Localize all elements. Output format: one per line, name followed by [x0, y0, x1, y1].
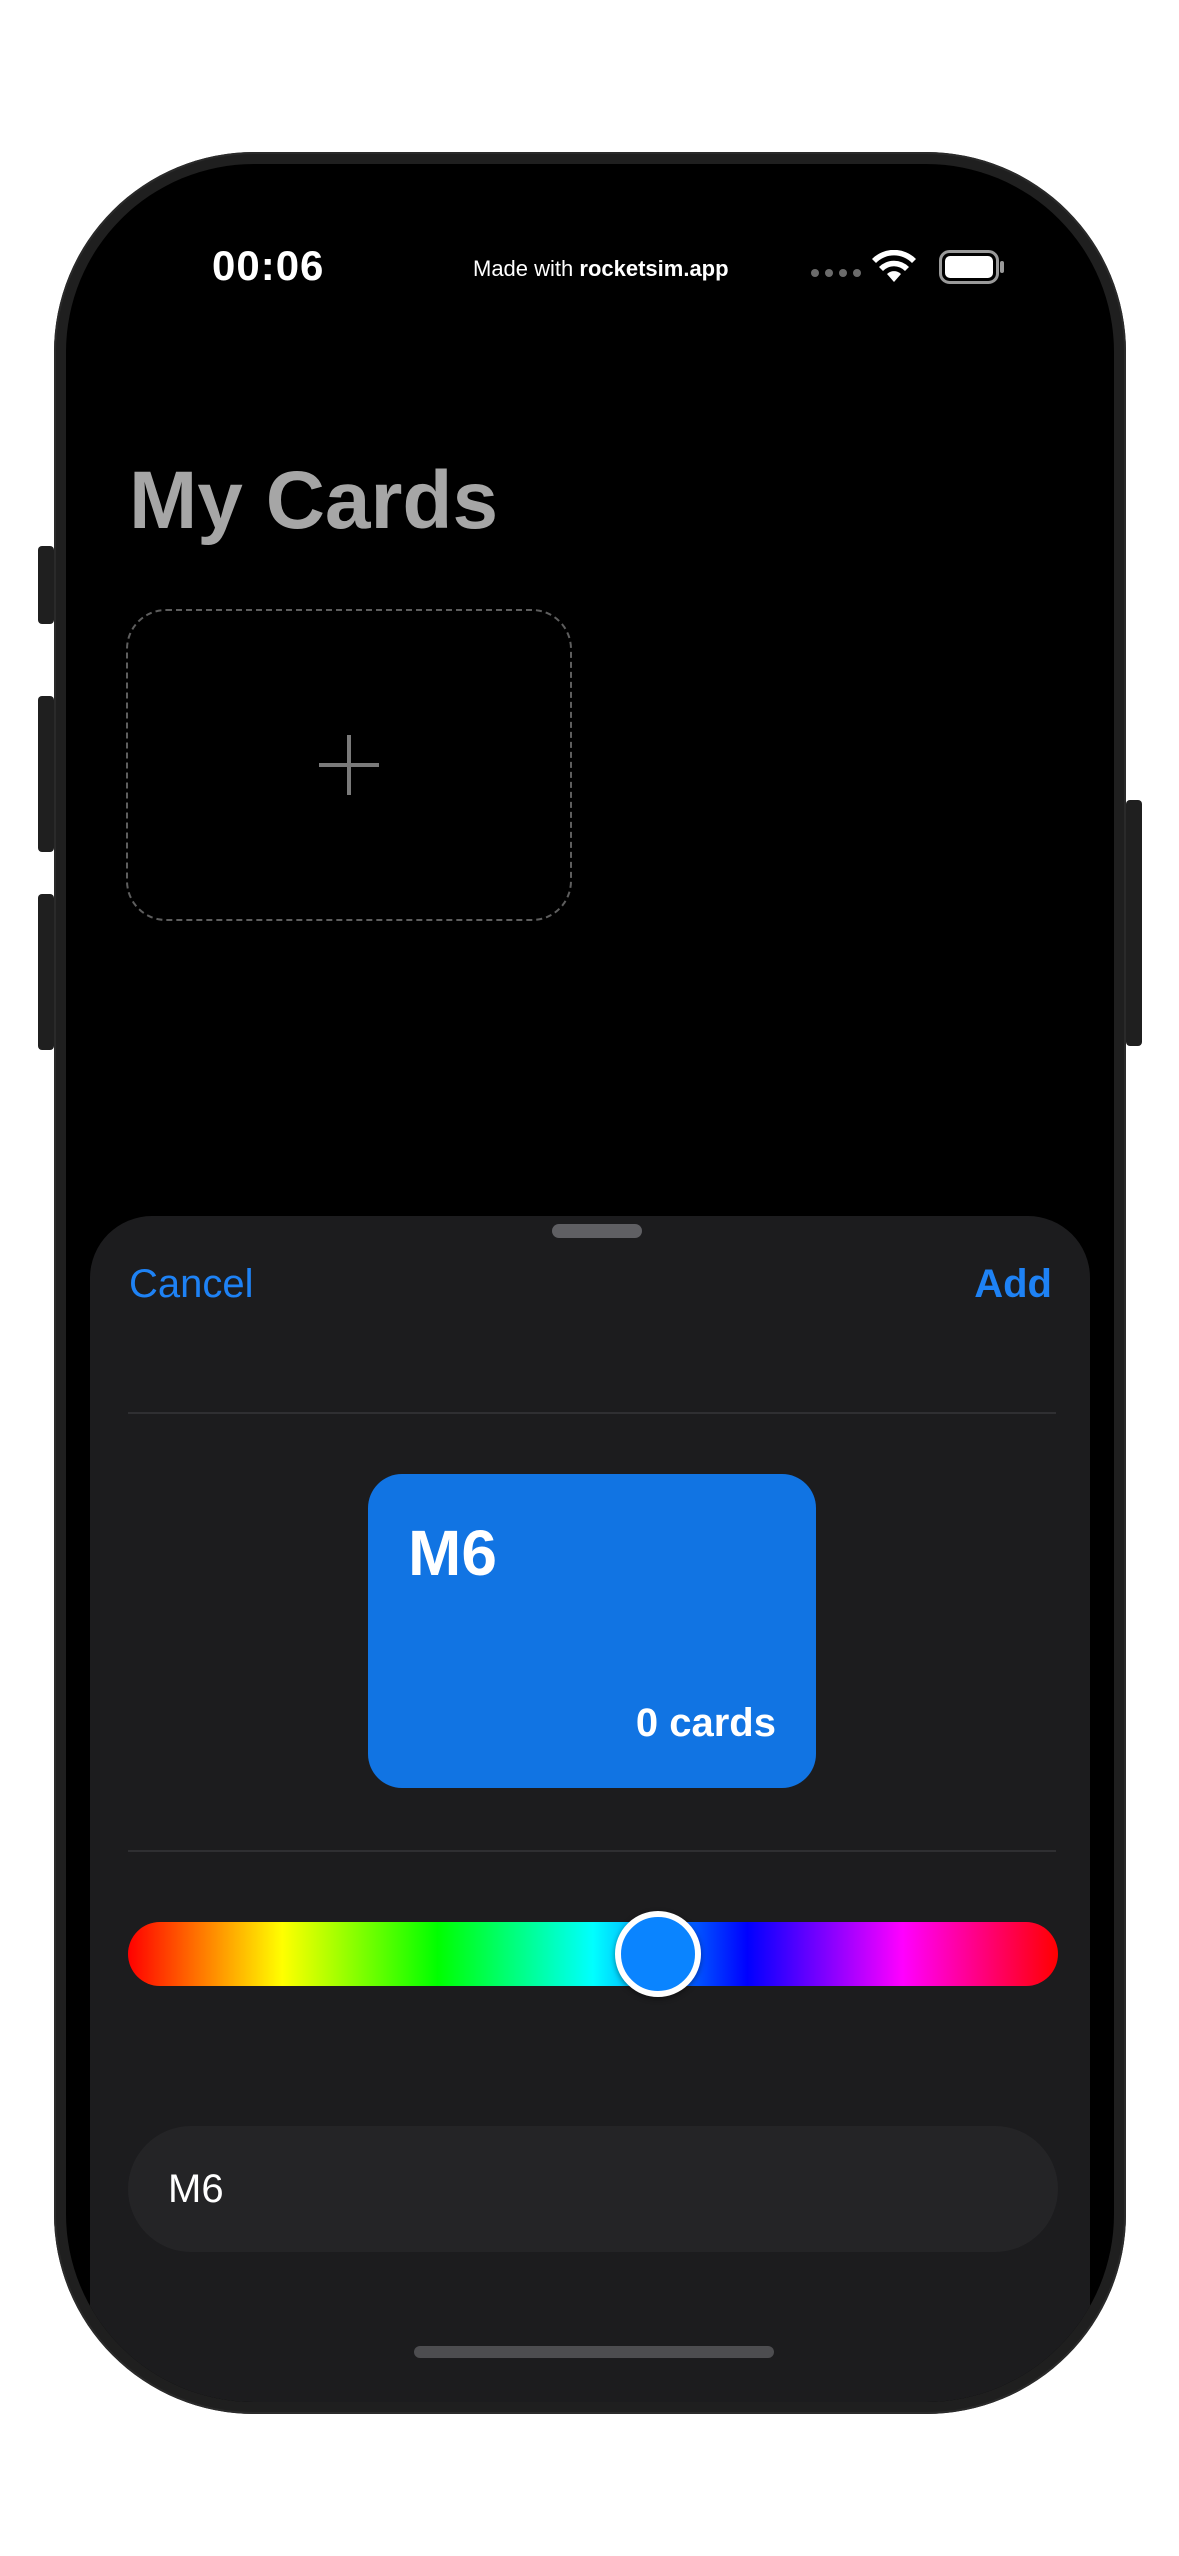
made-with-prefix: Made with — [473, 256, 580, 281]
signal-dots-icon — [811, 269, 861, 277]
sheet-grabber[interactable] — [552, 1224, 642, 1238]
cancel-button[interactable]: Cancel — [129, 1262, 254, 1307]
status-bar: 00:06 Made with rocketsim.app — [66, 164, 1114, 294]
new-deck-sheet: Cancel Add M6 0 cards — [90, 1216, 1090, 2402]
add-button[interactable]: Add — [974, 1262, 1052, 1307]
card-preview-title: M6 — [408, 1517, 497, 1589]
battery-icon — [939, 250, 1004, 284]
volume-down-button — [38, 894, 54, 1050]
deck-name-field[interactable] — [128, 2126, 1058, 2252]
hue-slider-thumb[interactable] — [615, 1911, 702, 1997]
plus-icon — [319, 735, 379, 795]
card-preview: M6 0 cards — [368, 1474, 816, 1788]
card-preview-count: 0 cards — [635, 1701, 776, 1745]
page-title: My Cards — [129, 455, 499, 546]
status-time: 00:06 — [212, 242, 325, 289]
wifi-icon — [872, 250, 916, 282]
made-with-label: Made with rocketsim.app — [473, 256, 729, 282]
home-indicator[interactable] — [414, 2346, 774, 2358]
volume-up-button — [38, 696, 54, 852]
made-with-brand: rocketsim.app — [579, 256, 729, 281]
power-button — [1126, 800, 1142, 1046]
hue-slider[interactable] — [128, 1911, 1058, 1997]
divider — [128, 1850, 1056, 1852]
mute-switch — [38, 546, 54, 624]
add-card-tile[interactable] — [126, 609, 572, 921]
divider — [128, 1412, 1056, 1414]
screen: 00:06 Made with rocketsim.app My Cards C… — [66, 164, 1114, 2402]
